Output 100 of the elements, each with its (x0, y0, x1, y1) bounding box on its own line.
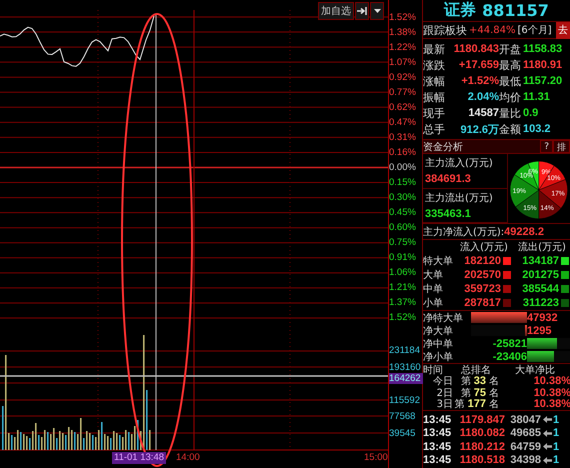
outflow-swatch (561, 299, 569, 307)
tick-time: 13:45 (423, 414, 452, 426)
percent-label: 1.07% (389, 56, 417, 70)
outflow-swatch (561, 285, 569, 293)
percent-label: 0.16% (389, 146, 417, 160)
net-flow-label: 净大单 (423, 324, 454, 338)
net-inflow-value: 49228.2 (504, 226, 544, 238)
tick-volume: 34398 (509, 454, 541, 466)
caret-icon (374, 9, 380, 13)
quote-value: +17.659 (458, 59, 499, 71)
percent-label: 1.37% (389, 296, 417, 310)
volume-label: 231184 (389, 345, 421, 356)
quote-label: 最低 (499, 74, 522, 88)
quote-label: 涨跌 (423, 58, 446, 72)
net-flow-value: 47932 (527, 312, 558, 324)
help-button[interactable]: ? (540, 140, 553, 153)
dropdown-button[interactable] (370, 2, 384, 20)
outflow-label: 主力流出(万元) (425, 192, 494, 205)
percent-label: 0.75% (389, 236, 417, 250)
percent-label: 0.15% (389, 176, 417, 190)
rank-button[interactable]: 排 (553, 140, 570, 153)
quote-value: 1180.843 (452, 43, 499, 55)
period-label: 今日 (432, 375, 453, 388)
percent-label: 0.31% (389, 130, 417, 145)
quote-label: 最高 (499, 58, 522, 72)
rank-prefix: 第 (454, 398, 465, 412)
percent-label: 0.62% (389, 100, 417, 115)
time-label: 15:00 (363, 452, 389, 464)
rank-suffix: 名 (489, 398, 499, 412)
net-flow-label: 净特大单 (423, 312, 464, 324)
rank-value: 33 (474, 375, 486, 388)
cursor-volume: 164262 (389, 373, 423, 384)
cursor-time: 11-01 13:48 (112, 452, 166, 464)
net-flow-label: 净中单 (423, 338, 454, 350)
outflow-swatch (561, 271, 569, 279)
tracking-label: 跟踪板块 (423, 22, 467, 38)
tick-extra: 1 (553, 427, 560, 440)
quote-label: 最新 (423, 42, 446, 56)
inflow-swatch (503, 271, 511, 279)
tick-volume: 49685 (509, 427, 541, 440)
rank-prefix: 第 (460, 386, 471, 399)
column-header: 时间 (423, 364, 444, 376)
quote-label: 振幅 (423, 90, 446, 104)
quote-label: 涨幅 (423, 74, 446, 88)
percent-label: 1.38% (389, 26, 417, 40)
net-flow-label: 净小单 (423, 350, 454, 364)
jump-end-icon (357, 7, 367, 15)
inflow-cell: 182120 (464, 255, 501, 267)
tick-time: 13:45 (423, 427, 452, 440)
quote-value: 1158.83 (523, 43, 564, 55)
quote-label: 均价 (499, 90, 522, 104)
outflow-cell: 134187 (522, 255, 559, 267)
add-watchlist-button[interactable]: 加自选 (318, 2, 354, 20)
inflow-swatch (503, 299, 511, 307)
inflow-cell: 359723 (464, 283, 501, 295)
percent-label: 1.52% (389, 10, 417, 24)
column-header: 流出(万元) (517, 240, 567, 254)
tracking-change: +44.84% (469, 24, 516, 36)
tick-price: 1180.518 (458, 454, 505, 466)
quote-value: 1180.91 (523, 59, 564, 71)
inflow-swatch (503, 285, 511, 293)
inflow-swatch (503, 257, 511, 265)
volume-label: 39545 (389, 428, 416, 439)
volume-label: 77568 (389, 411, 416, 422)
rank-suffix: 名 (489, 375, 499, 388)
go-button[interactable]: 去 (556, 22, 570, 38)
column-header: 总排名 (460, 364, 492, 376)
percent-label: 0.47% (389, 116, 417, 130)
outflow-cell: 311223 (522, 297, 559, 309)
percent-label: 0.60% (389, 221, 417, 236)
sector-name: 证券 (444, 0, 476, 21)
order-size-label: 中单 (423, 282, 444, 296)
quote-label: 总手 (423, 122, 446, 136)
order-size-label: 特大单 (423, 254, 454, 268)
jump-end-button[interactable] (355, 2, 369, 20)
period-label: 2日 (436, 386, 453, 399)
net-flow-value: -25821 (492, 338, 527, 350)
rank-prefix: 第 (460, 375, 471, 388)
tick-extra: 1 (553, 440, 560, 453)
quote-value: 0.9 (523, 107, 540, 119)
inflow-cell: 287817 (464, 297, 501, 309)
tick-price: 1179.847 (458, 414, 505, 426)
percent-label: 1.21% (389, 281, 417, 296)
volume-label: 115592 (389, 394, 421, 406)
tick-price: 1180.082 (458, 427, 505, 440)
percent-label: 0.45% (389, 206, 417, 220)
percent-label: 1.52% (389, 311, 417, 326)
percent-label: 1.22% (389, 40, 417, 55)
inflow-cell: 202570 (464, 269, 501, 281)
percent-label: 0.00% (389, 160, 417, 175)
quote-value: 11.31 (523, 91, 551, 103)
inflow-value: 384691.3 (425, 173, 472, 186)
percent-label: 1.06% (389, 266, 417, 280)
tick-volume: 38047 (509, 414, 541, 426)
column-header: 流入(万元) (459, 240, 509, 254)
percent-label: 0.77% (389, 86, 417, 100)
net-flow-value: -23406 (492, 350, 527, 362)
inflow-label: 主力流入(万元) (425, 156, 494, 170)
quote-value: 103.2 (523, 123, 552, 135)
tick-time: 13:45 (423, 454, 452, 466)
